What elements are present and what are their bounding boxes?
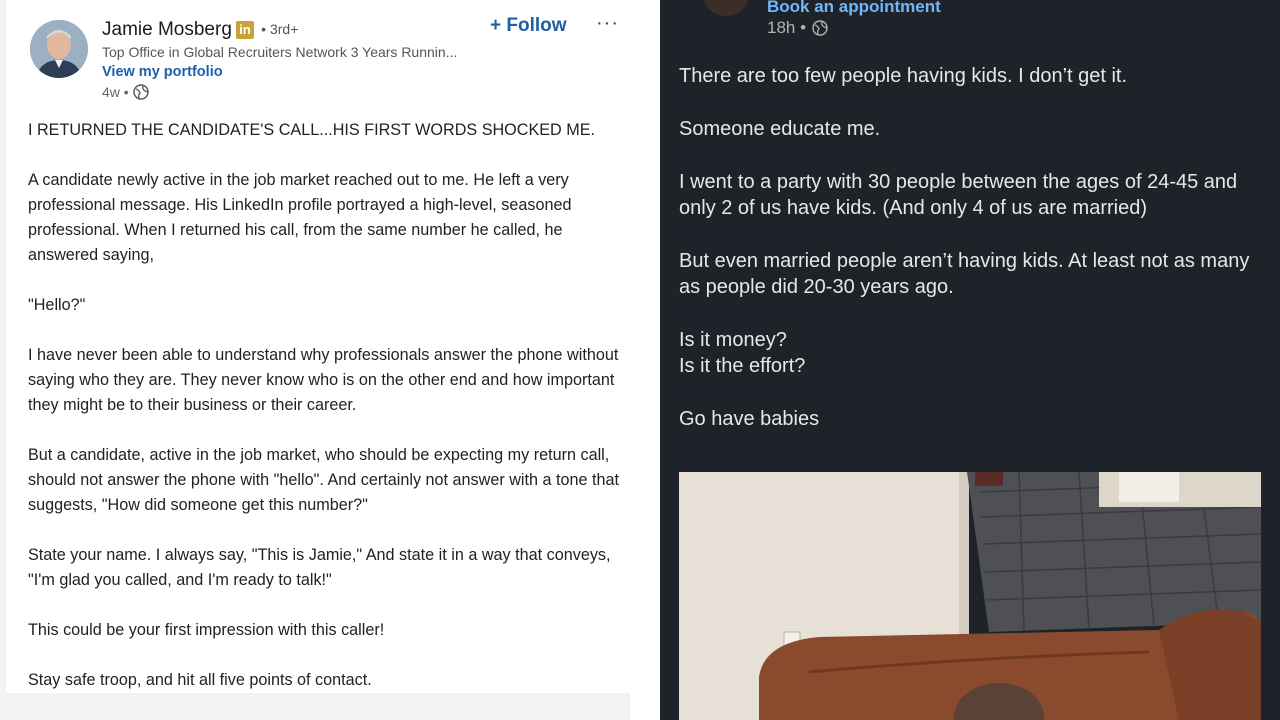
post-paragraph: I RETURNED THE CANDIDATE'S CALL...HIS FI…	[28, 121, 596, 139]
post-photo[interactable]	[679, 472, 1261, 720]
post-body: I RETURNED THE CANDIDATE'S CALL...HIS FI…	[28, 118, 628, 718]
dark-post-line: Someone educate me.	[679, 117, 881, 140]
dark-post-line: But even married people aren’t having ki…	[679, 249, 1250, 299]
post-paragraph: Stay safe troop, and hit all five points…	[28, 671, 372, 689]
dark-post-paragraph: I went to a party with 30 people between…	[679, 169, 1259, 222]
author-name[interactable]: Jamie Mosberg	[102, 19, 232, 40]
dark-post-line: There are too few people having kids. I …	[679, 65, 1128, 87]
dark-post-line: Is it money?	[679, 329, 787, 351]
linkedin-post-card: Jamie Mosberg in • 3rd+ Top Office in Glo…	[6, 0, 630, 693]
poster-avatar[interactable]	[704, 0, 748, 16]
dark-post-paragraph: But even married people aren’t having ki…	[679, 248, 1259, 301]
post-paragraph: State your name. I always say, "This is …	[28, 546, 611, 589]
dark-post-paragraph: Someone educate me.	[679, 116, 1259, 142]
author-name-line: Jamie Mosberg in • 3rd+	[102, 19, 298, 41]
author-headline: Top Office in Global Recruiters Network …	[102, 44, 458, 60]
globe-icon	[132, 84, 149, 100]
linkedin-premium-badge-icon: in	[235, 21, 254, 39]
post-paragraph: This could be your first impression with…	[28, 621, 385, 639]
dark-post-paragraph: Is it money? Is it the effort?	[679, 327, 1259, 380]
follow-button[interactable]: + Follow	[490, 15, 567, 37]
linkedin-post-panel: Jamie Mosberg in • 3rd+ Top Office in Glo…	[0, 0, 630, 720]
post-paragraph: But a candidate, active in the job marke…	[28, 446, 620, 514]
author-photo	[30, 20, 88, 78]
dark-post-panel: Book an appointment 18h • There are too …	[660, 0, 1280, 720]
post-paragraph: A candidate newly active in the job mark…	[28, 171, 572, 264]
post-paragraph: I have never been able to understand why…	[28, 346, 619, 414]
post-paragraph: "Hello?"	[28, 296, 86, 314]
post-timestamp: 4w •	[102, 84, 149, 100]
globe-icon	[812, 20, 828, 36]
dark-post-line: I went to a party with 30 people between…	[679, 170, 1238, 219]
dark-timestamp-text: 18h •	[767, 18, 807, 37]
dark-post-line: Is it the effort?	[679, 355, 806, 378]
more-options-icon[interactable]: ···	[596, 12, 619, 35]
view-portfolio-link[interactable]: View my portfolio	[102, 64, 223, 80]
connection-degree: • 3rd+	[261, 21, 299, 37]
dark-post-timestamp: 18h •	[767, 18, 828, 38]
book-appointment-link[interactable]: Book an appointment	[767, 0, 941, 17]
dark-post-paragraph: There are too few people having kids. I …	[679, 63, 1259, 89]
author-avatar[interactable]	[30, 20, 88, 78]
living-room-photo	[679, 472, 1261, 720]
timestamp-text: 4w •	[102, 84, 129, 100]
dark-post-paragraph: Go have babies	[679, 406, 1259, 432]
dark-post-body: There are too few people having kids. I …	[679, 63, 1259, 459]
dark-post-line: Go have babies	[679, 408, 820, 431]
